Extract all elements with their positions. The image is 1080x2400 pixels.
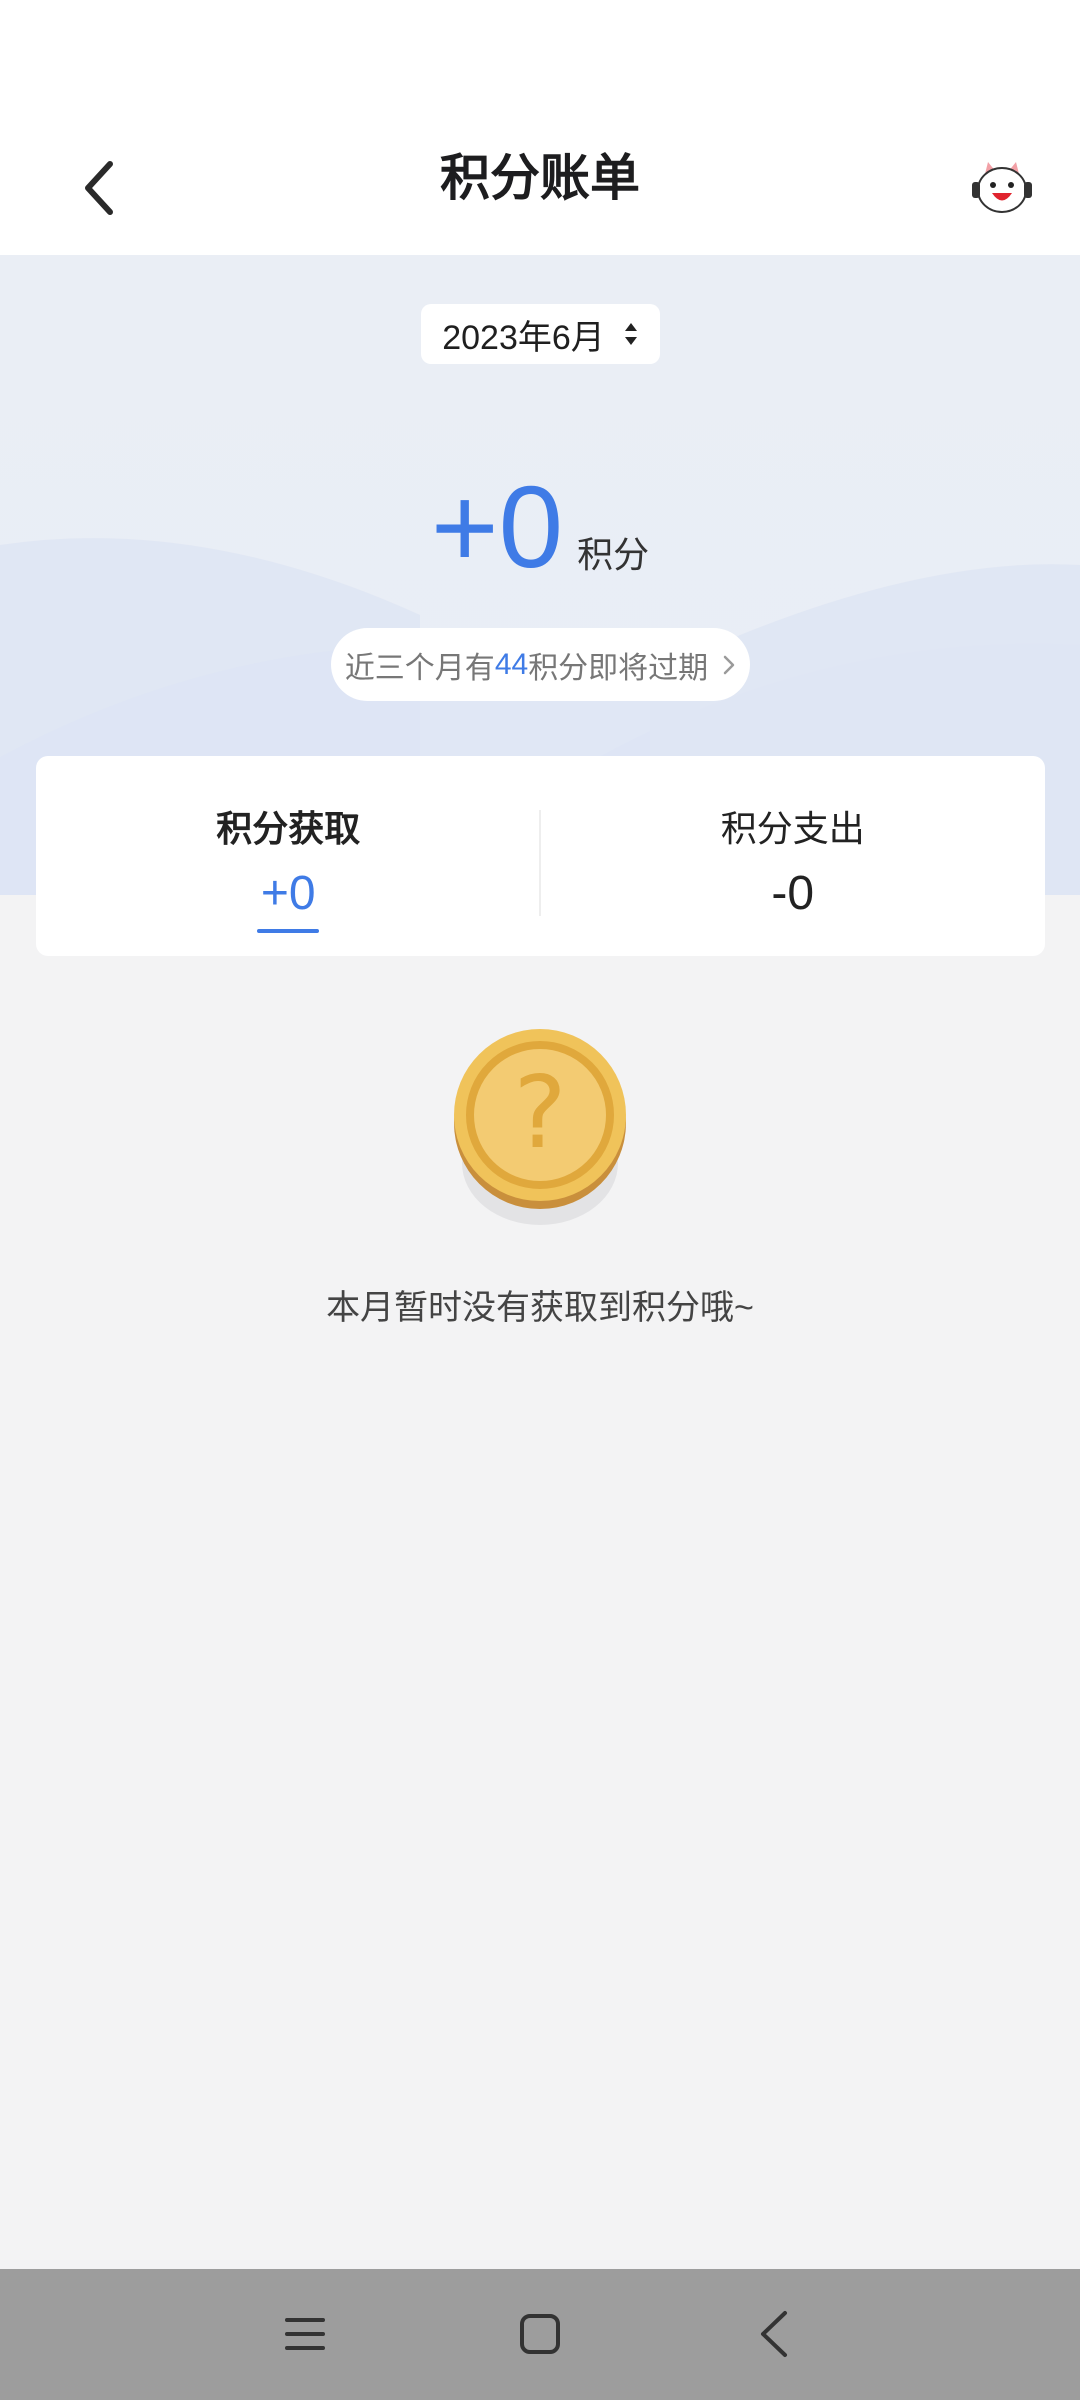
status-bar: [0, 0, 1080, 120]
menu-icon: [285, 2318, 325, 2350]
empty-state: ?: [0, 1025, 1080, 1235]
spent-value: -0: [771, 867, 815, 920]
spent-label: 积分支出: [720, 808, 865, 849]
tab-points-spent[interactable]: 积分支出 -0: [541, 756, 1046, 956]
earned-value: +0: [260, 867, 316, 920]
nav-back-button[interactable]: [734, 2299, 814, 2369]
page-title: 积分账单: [440, 150, 640, 206]
nav-home-button[interactable]: [500, 2299, 580, 2369]
expiring-points-notice[interactable]: 近三个月有 44 积分即将过期: [331, 628, 750, 701]
svg-text:?: ?: [513, 1054, 566, 1171]
chevron-left-icon: [85, 161, 113, 215]
home-square-icon: [520, 2314, 560, 2354]
chevron-right-icon: [723, 655, 735, 674]
header: 积分账单: [0, 120, 1080, 256]
nav-menu-button[interactable]: [265, 2299, 345, 2369]
expire-number: 44: [494, 647, 529, 681]
empty-state-message: 本月暂时没有获取到积分哦~: [326, 1289, 754, 1327]
points-summary-card: 积分获取 +0 积分支出 -0: [36, 756, 1045, 956]
tab-points-earned[interactable]: 积分获取 +0: [36, 756, 541, 956]
expire-prefix: 近三个月有: [344, 651, 495, 685]
points-total: +0 积分: [0, 460, 1080, 594]
system-nav-bar: [0, 2269, 1080, 2400]
mascot-avatar-icon: [972, 162, 1032, 213]
month-picker[interactable]: 2023年6月: [421, 304, 660, 364]
points-value: +0: [430, 462, 564, 592]
mascot-button[interactable]: [962, 148, 1042, 228]
month-picker-value: 2023年6月: [442, 318, 605, 357]
earned-label: 积分获取: [216, 808, 361, 849]
question-coin-icon: ?: [454, 1029, 626, 1225]
active-tab-indicator: [257, 929, 320, 933]
expire-suffix: 积分即将过期: [528, 651, 709, 685]
points-unit: 积分: [577, 534, 650, 575]
back-button[interactable]: [60, 148, 140, 228]
back-triangle-icon: [761, 2311, 787, 2357]
sort-arrows-icon: [624, 323, 637, 345]
